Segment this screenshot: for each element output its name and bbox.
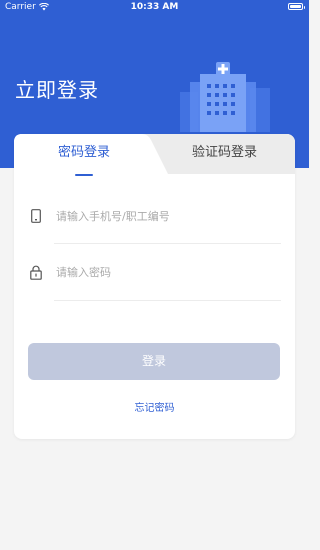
password-field [29, 254, 280, 290]
username-field [29, 198, 280, 234]
tab-active-indicator [75, 174, 93, 176]
phone-icon [29, 208, 43, 224]
login-button[interactable]: 登录 [28, 343, 280, 380]
tab-password-login[interactable]: 密码登录 [14, 134, 154, 174]
page-title: 立即登录 [15, 78, 99, 102]
password-input[interactable] [56, 254, 280, 290]
login-card: 密码登录 验证码登录 [14, 134, 295, 439]
lock-icon [29, 264, 43, 280]
username-input[interactable] [56, 198, 280, 234]
login-tabs: 密码登录 验证码登录 [14, 134, 295, 176]
status-time: 10:33 AM [130, 2, 179, 12]
password-divider [54, 300, 281, 301]
hospital-icon [180, 62, 270, 132]
username-divider [54, 243, 281, 244]
tab-code-login[interactable]: 验证码登录 [154, 134, 295, 174]
status-bar: Carrier 10:33 AM [0, 0, 309, 16]
forgot-password-link[interactable]: 忘记密码 [0, 399, 309, 414]
battery-icon [288, 3, 305, 10]
